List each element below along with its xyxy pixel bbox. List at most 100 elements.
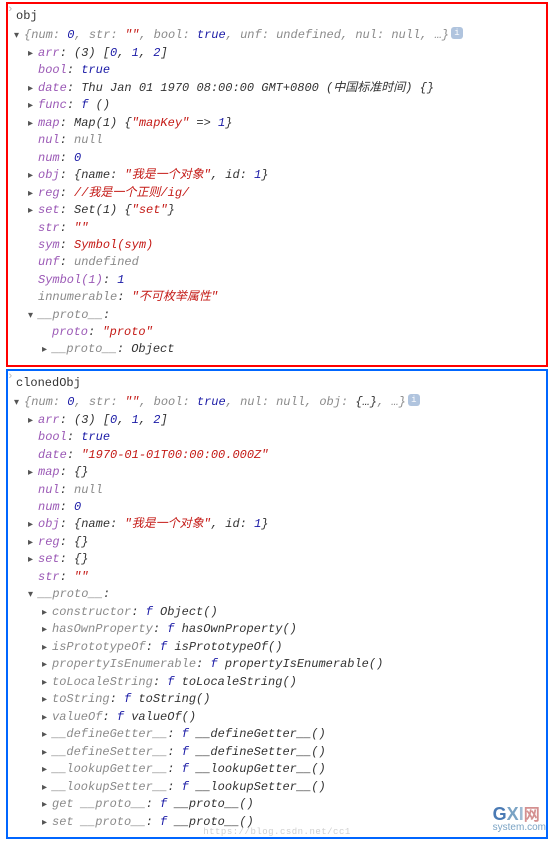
property-key: propertyIsEnumerable bbox=[52, 656, 196, 673]
property-row[interactable]: nul: null bbox=[14, 482, 540, 499]
object-summary[interactable]: {num: 0, str: "", bool: true, unf: undef… bbox=[14, 27, 540, 45]
expand-arrow-icon[interactable] bbox=[28, 464, 38, 482]
property-key: set __proto__ bbox=[52, 814, 146, 831]
property-row[interactable]: __proto__: bbox=[14, 307, 540, 325]
property-row[interactable]: sym: Symbol(sym) bbox=[14, 237, 540, 254]
expand-arrow-icon[interactable] bbox=[14, 394, 24, 412]
expand-arrow-icon[interactable] bbox=[28, 185, 38, 203]
info-icon[interactable]: i bbox=[408, 394, 420, 406]
property-row[interactable]: valueOf: f valueOf() bbox=[14, 709, 540, 727]
property-value: [ bbox=[103, 412, 110, 429]
property-row[interactable]: unf: undefined bbox=[14, 254, 540, 271]
property-row[interactable]: date: "1970-01-01T00:00:00.000Z" bbox=[14, 447, 540, 464]
summary-key: num: bbox=[31, 394, 67, 411]
property-row[interactable]: __proto__: Object bbox=[14, 341, 540, 359]
property-value: f bbox=[182, 744, 196, 761]
property-value: f bbox=[210, 656, 224, 673]
property-value: 0 bbox=[74, 499, 81, 516]
expand-arrow-icon[interactable] bbox=[42, 691, 52, 709]
object-rows: arr: (3) [0, 1, 2]bool: truedate: "1970-… bbox=[14, 412, 540, 831]
property-row[interactable]: toLocaleString: f toLocaleString() bbox=[14, 674, 540, 692]
expand-arrow-icon[interactable] bbox=[14, 27, 24, 45]
expand-arrow-icon[interactable] bbox=[28, 202, 38, 220]
info-icon[interactable]: i bbox=[451, 27, 463, 39]
property-row[interactable]: num: 0 bbox=[14, 150, 540, 167]
object-summary[interactable]: {num: 0, str: "", bool: true, nul: null,… bbox=[14, 394, 540, 412]
expand-arrow-icon[interactable] bbox=[28, 516, 38, 534]
property-value: , bbox=[117, 412, 131, 429]
property-key: bool bbox=[38, 429, 67, 446]
property-row[interactable]: toString: f toString() bbox=[14, 691, 540, 709]
expand-arrow-icon[interactable] bbox=[42, 621, 52, 639]
panel-header[interactable]: clonedObj bbox=[14, 375, 540, 392]
property-row[interactable]: date: Thu Jan 01 1970 08:00:00 GMT+0800 … bbox=[14, 80, 540, 98]
property-row[interactable]: innumerable: "不可枚举属性" bbox=[14, 289, 540, 306]
expand-arrow-icon[interactable] bbox=[42, 796, 52, 814]
property-value: [ bbox=[103, 45, 110, 62]
property-row[interactable]: obj: {name: "我是一个对象", id: 1} bbox=[14, 516, 540, 534]
property-row[interactable]: Symbol(1): 1 bbox=[14, 272, 540, 289]
expand-arrow-icon[interactable] bbox=[42, 726, 52, 744]
property-row[interactable]: bool: true bbox=[14, 429, 540, 446]
expand-arrow-icon[interactable] bbox=[42, 656, 52, 674]
expand-arrow-icon[interactable] bbox=[28, 412, 38, 430]
property-value: 0 bbox=[110, 412, 117, 429]
property-value: Map(1) { bbox=[74, 115, 132, 132]
property-value: //我是一个正则/ig/ bbox=[74, 185, 189, 202]
property-row[interactable]: isPrototypeOf: f isPrototypeOf() bbox=[14, 639, 540, 657]
property-row[interactable]: arr: (3) [0, 1, 2] bbox=[14, 45, 540, 63]
expand-arrow-icon[interactable] bbox=[42, 814, 52, 832]
property-row[interactable]: set: {} bbox=[14, 551, 540, 569]
property-row[interactable]: obj: {name: "我是一个对象", id: 1} bbox=[14, 167, 540, 185]
property-row[interactable]: proto: "proto" bbox=[14, 324, 540, 341]
expand-arrow-icon[interactable] bbox=[28, 307, 38, 325]
expand-arrow-icon[interactable] bbox=[28, 80, 38, 98]
expand-arrow-icon[interactable] bbox=[42, 779, 52, 797]
property-row[interactable]: __lookupGetter__: f __lookupGetter__() bbox=[14, 761, 540, 779]
expand-arrow-icon[interactable] bbox=[42, 744, 52, 762]
property-value: toLocaleString() bbox=[182, 674, 297, 691]
expand-arrow-icon[interactable] bbox=[42, 709, 52, 727]
expand-arrow-icon[interactable] bbox=[28, 45, 38, 63]
property-row[interactable]: reg: //我是一个正则/ig/ bbox=[14, 185, 540, 203]
expand-arrow-icon[interactable] bbox=[28, 115, 38, 133]
expand-arrow-icon[interactable] bbox=[28, 586, 38, 604]
property-key: nul bbox=[38, 482, 60, 499]
property-row[interactable]: set __proto__: f __proto__() bbox=[14, 814, 540, 832]
expand-arrow-icon[interactable] bbox=[42, 341, 52, 359]
property-row[interactable]: hasOwnProperty: f hasOwnProperty() bbox=[14, 621, 540, 639]
property-row[interactable]: __defineSetter__: f __defineSetter__() bbox=[14, 744, 540, 762]
property-row[interactable]: str: "" bbox=[14, 220, 540, 237]
property-row[interactable]: func: f () bbox=[14, 97, 540, 115]
expand-arrow-icon[interactable] bbox=[28, 97, 38, 115]
property-value: {} bbox=[74, 464, 88, 481]
property-row[interactable]: get __proto__: f __proto__() bbox=[14, 796, 540, 814]
property-row[interactable]: num: 0 bbox=[14, 499, 540, 516]
property-row[interactable]: __lookupSetter__: f __lookupSetter__() bbox=[14, 779, 540, 797]
expand-arrow-icon[interactable] bbox=[28, 167, 38, 185]
property-row[interactable]: arr: (3) [0, 1, 2] bbox=[14, 412, 540, 430]
property-row[interactable]: reg: {} bbox=[14, 534, 540, 552]
property-row[interactable]: map: Map(1) {"mapKey" => 1} bbox=[14, 115, 540, 133]
property-row[interactable]: constructor: f Object() bbox=[14, 604, 540, 622]
property-row[interactable]: propertyIsEnumerable: f propertyIsEnumer… bbox=[14, 656, 540, 674]
expand-arrow-icon[interactable] bbox=[28, 551, 38, 569]
property-row[interactable]: str: "" bbox=[14, 569, 540, 586]
property-value: __defineGetter__() bbox=[196, 726, 326, 743]
property-row[interactable]: nul: null bbox=[14, 132, 540, 149]
property-row[interactable]: set: Set(1) {"set"} bbox=[14, 202, 540, 220]
expand-arrow-icon[interactable] bbox=[42, 604, 52, 622]
property-value: undefined bbox=[74, 254, 139, 271]
brace-close: } bbox=[399, 394, 406, 411]
property-row[interactable]: map: {} bbox=[14, 464, 540, 482]
property-value: propertyIsEnumerable() bbox=[225, 656, 383, 673]
property-row[interactable]: __defineGetter__: f __defineGetter__() bbox=[14, 726, 540, 744]
panel-header[interactable]: obj bbox=[14, 8, 540, 25]
expand-arrow-icon[interactable] bbox=[42, 639, 52, 657]
property-key: toString bbox=[52, 691, 110, 708]
expand-arrow-icon[interactable] bbox=[42, 761, 52, 779]
property-row[interactable]: bool: true bbox=[14, 62, 540, 79]
property-row[interactable]: __proto__: bbox=[14, 586, 540, 604]
expand-arrow-icon[interactable] bbox=[42, 674, 52, 692]
expand-arrow-icon[interactable] bbox=[28, 534, 38, 552]
